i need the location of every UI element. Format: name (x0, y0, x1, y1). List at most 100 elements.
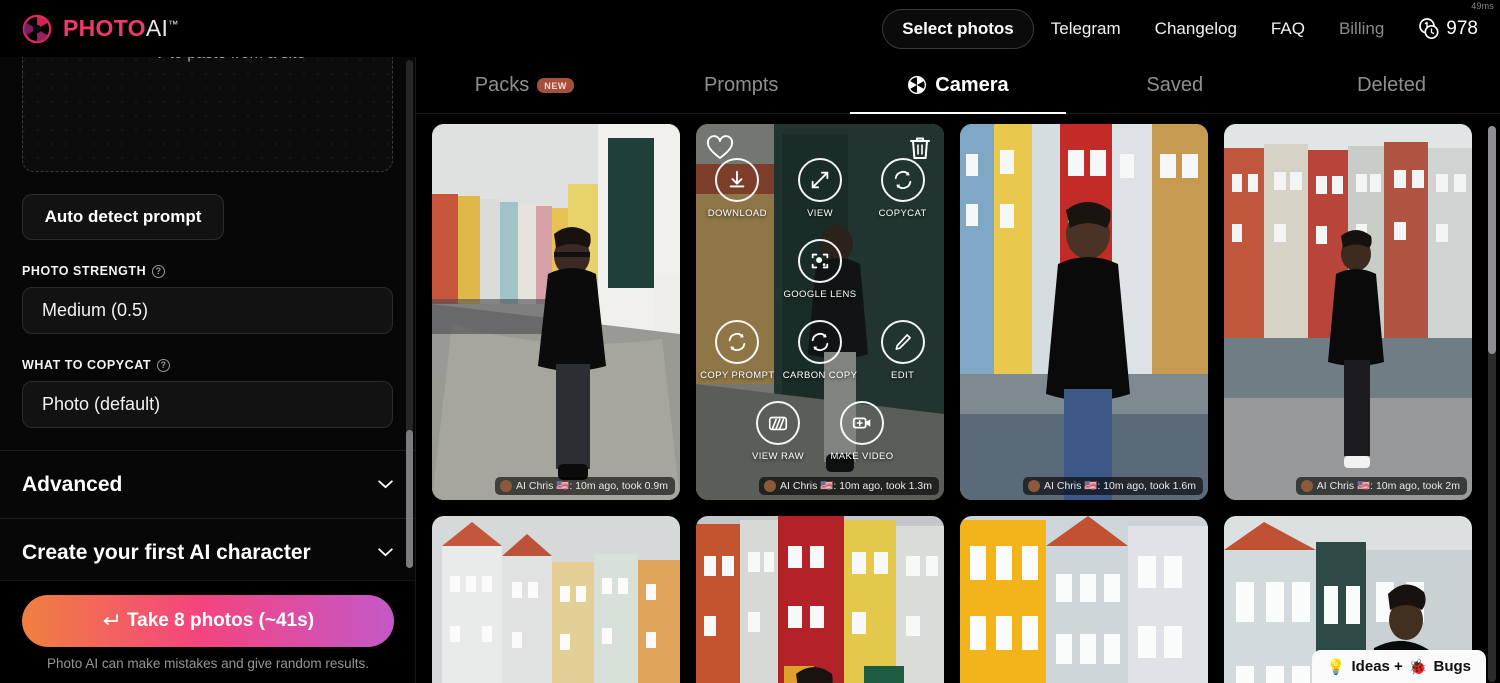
bugs-label: Bugs (1433, 658, 1472, 675)
latency-indicator: 49ms (1471, 1, 1494, 11)
photo-card-hovered[interactable]: DOWNLOAD VIEW COPYCAT GOOGLE LENS COPY P… (696, 124, 944, 500)
overlay-action-google-lens[interactable]: GOOGLE LENS (778, 239, 862, 300)
nav-link-faq[interactable]: FAQ (1254, 19, 1322, 39)
sidebar-cta-area: Take 8 photos (~41s) Photo AI can make m… (0, 580, 415, 683)
overlay-action-view[interactable]: VIEW (779, 158, 862, 219)
download-icon (715, 158, 760, 202)
video-plus-icon (840, 401, 884, 445)
lightbulb-icon: 💡 (1326, 658, 1346, 676)
overlay-action-make-video[interactable]: MAKE VIDEO (820, 401, 904, 462)
main-tabs: Packs NEW Prompts Camera Saved Deleted (416, 57, 1500, 114)
photo-image (1224, 124, 1472, 500)
auto-detect-prompt-button[interactable]: Auto detect prompt (22, 194, 224, 240)
photo-meta: AI Chris 🇺🇸: 10m ago, took 1.3m (759, 477, 939, 495)
left-sidebar: Upload a photo to copycat or press ⌘ + V… (0, 0, 416, 683)
overlay-action-view-raw[interactable]: VIEW RAW (736, 401, 820, 462)
nav-link-billing[interactable]: Billing (1322, 19, 1401, 39)
avatar (764, 479, 777, 492)
overlay-action-download-label: DOWNLOAD (707, 208, 767, 219)
select-photos-button[interactable]: Select photos (882, 8, 1034, 49)
accordion-advanced-title: Advanced (22, 472, 123, 496)
photo-meta: AI Chris 🇺🇸: 10m ago, took 2m (1295, 477, 1467, 495)
photo-image (696, 516, 944, 683)
tab-packs-label: Packs (474, 73, 530, 96)
photo-strength-label-row: PHOTO STRENGTH ? (22, 264, 393, 278)
photo-image (432, 124, 680, 500)
nav-link-telegram[interactable]: Telegram (1034, 19, 1138, 39)
photo-card[interactable]: AI Chris 🇺🇸: 10m ago, took 2m (1224, 124, 1472, 500)
credits-indicator[interactable]: 978 (1401, 17, 1482, 41)
tab-packs-new-badge: NEW (537, 77, 575, 93)
cta-disclaimer: Photo AI can make mistakes and give rand… (47, 656, 369, 671)
photo-gallery: AI Chris 🇺🇸: 10m ago, took 0.9m DOWNLOAD… (416, 114, 1500, 683)
brand-text: PHOTOAI™ (63, 15, 179, 42)
tab-prompts[interactable]: Prompts (633, 57, 850, 113)
brand-logo[interactable]: PHOTOAI™ (0, 14, 179, 44)
tab-camera-label: Camera (935, 73, 1009, 96)
ideas-label: Ideas + (1351, 658, 1403, 675)
avatar (1028, 479, 1041, 492)
overlay-action-carbon-copy[interactable]: CARBON COPY (779, 320, 862, 381)
refresh-icon (880, 158, 925, 202)
top-header: PHOTOAI™ Select photos Telegram Changelo… (0, 0, 1500, 57)
tab-deleted-label: Deleted (1357, 73, 1427, 96)
credits-count: 978 (1446, 17, 1478, 39)
photo-card[interactable] (960, 516, 1208, 683)
tab-deleted[interactable]: Deleted (1283, 57, 1500, 113)
overlay-action-copy-prompt[interactable]: COPY PROMPT (696, 320, 779, 381)
coins-icon (1419, 17, 1439, 39)
photo-ai-app: Upload a photo to copycat or press ⌘ + V… (0, 0, 1500, 683)
overlay-row-3: COPY PROMPT CARBON COPY EDIT (696, 320, 944, 381)
what-to-copycat-select[interactable]: Photo (default) (22, 381, 393, 428)
overlay-action-download[interactable]: DOWNLOAD (696, 158, 779, 219)
brand-ai-word: AI (145, 15, 169, 41)
photo-image (960, 124, 1208, 500)
main-content: Packs NEW Prompts Camera Saved Deleted A… (416, 57, 1500, 683)
google-lens-icon (798, 239, 842, 283)
take-photos-button[interactable]: Take 8 photos (~41s) (22, 595, 394, 647)
tab-saved[interactable]: Saved (1066, 57, 1283, 113)
take-photos-label: Take 8 photos (~41s) (126, 610, 315, 631)
what-to-copycat-label: WHAT TO COPYCAT (22, 358, 152, 372)
bug-icon: 🐞 (1408, 658, 1428, 676)
photo-meta-text: AI Chris 🇺🇸: 10m ago, took 1.6m (1044, 480, 1196, 492)
tab-saved-label: Saved (1146, 73, 1204, 96)
overlay-action-copy-prompt-label: COPY PROMPT (700, 370, 775, 381)
tab-camera[interactable]: Camera (850, 57, 1067, 113)
chevron-down-icon (378, 548, 393, 557)
nav-link-changelog[interactable]: Changelog (1138, 19, 1254, 39)
brand-photo-word: PHOTO (63, 15, 146, 41)
avatar (500, 479, 513, 492)
photo-meta-text: AI Chris 🇺🇸: 10m ago, took 0.9m (516, 480, 668, 492)
accordion-advanced[interactable]: Advanced (0, 450, 415, 518)
photo-card[interactable]: AI Chris 🇺🇸: 10m ago, took 1.6m (960, 124, 1208, 500)
what-to-copycat-label-row: WHAT TO COPYCAT ? (22, 358, 393, 372)
camera-shutter-icon (908, 76, 927, 94)
overlay-action-view-label: VIEW (807, 208, 833, 219)
overlay-action-view-raw-label: VIEW RAW (752, 451, 804, 462)
gallery-scrollbar-thumb[interactable] (1488, 126, 1496, 354)
accordion-create-ai-character[interactable]: Create your first AI character (0, 518, 415, 586)
photo-hover-overlay: DOWNLOAD VIEW COPYCAT GOOGLE LENS COPY P… (696, 124, 944, 500)
photo-card[interactable] (696, 516, 944, 683)
sidebar-scrollbar-thumb[interactable] (406, 430, 413, 568)
upload-dropzone[interactable]: Upload a photo to copycat or press ⌘ + V… (22, 44, 393, 172)
tab-packs[interactable]: Packs NEW (416, 57, 633, 113)
photo-meta-text: AI Chris 🇺🇸: 10m ago, took 1.3m (780, 480, 932, 492)
overlay-action-edit-label: EDIT (891, 370, 915, 381)
ideas-and-bugs-widget[interactable]: 💡 Ideas + 🐞 Bugs (1311, 650, 1486, 683)
accordion-create-ai-character-title: Create your first AI character (22, 540, 311, 564)
photo-strength-help-icon[interactable]: ? (152, 264, 166, 278)
what-to-copycat-help-icon[interactable]: ? (157, 358, 171, 372)
raw-image-icon (756, 401, 800, 445)
photo-card[interactable]: AI Chris 🇺🇸: 10m ago, took 0.9m (432, 124, 680, 500)
overlay-action-make-video-label: MAKE VIDEO (830, 451, 894, 462)
pencil-icon (880, 320, 925, 364)
photo-card[interactable] (432, 516, 680, 683)
overlay-action-copycat[interactable]: COPYCAT (861, 158, 944, 219)
photo-strength-label: PHOTO STRENGTH (22, 264, 147, 278)
photo-strength-select[interactable]: Medium (0.5) (22, 287, 393, 334)
photoai-logo-icon (22, 14, 52, 43)
sidebar-form: Upload a photo to copycat or press ⌘ + V… (0, 0, 415, 450)
overlay-action-edit[interactable]: EDIT (861, 320, 944, 381)
